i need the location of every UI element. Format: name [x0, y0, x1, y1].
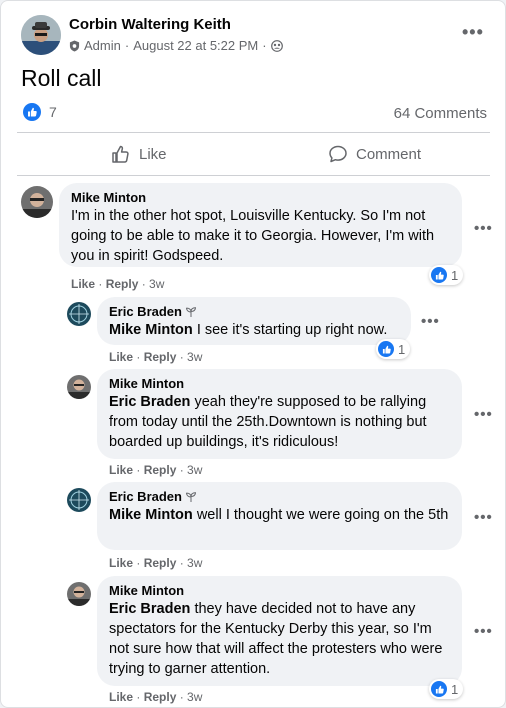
comment-more-options-icon[interactable]: ••• — [474, 623, 493, 640]
comment-bubble: Eric Braden Mike Minton I see it's start… — [97, 297, 411, 345]
comment-reply-link[interactable]: Reply — [106, 277, 139, 291]
comment-like-link[interactable]: Like — [109, 556, 133, 570]
comment-actions: Like · Reply · 3w — [109, 690, 203, 704]
commenter-avatar[interactable] — [67, 375, 91, 399]
commenter-name[interactable]: Mike Minton — [109, 376, 450, 391]
comment-text: I'm in the other hot spot, Louisville Ke… — [71, 208, 435, 264]
commenter-avatar[interactable] — [67, 302, 91, 326]
commenter-name[interactable]: Eric Braden — [109, 489, 182, 504]
comment-bubble: Eric Braden Mike Minton well I thought w… — [97, 482, 462, 550]
like-label: Like — [139, 145, 167, 163]
comment-like-link[interactable]: Like — [71, 277, 95, 291]
like-reaction-icon — [431, 267, 447, 283]
comment-more-options-icon[interactable]: ••• — [474, 509, 493, 526]
commenter-name[interactable]: Mike Minton — [109, 583, 450, 598]
comment-time[interactable]: 3w — [149, 277, 164, 291]
mentioned-user[interactable]: Eric Braden — [109, 394, 190, 410]
sprout-badge-icon — [185, 306, 197, 317]
commenter-avatar[interactable] — [67, 488, 91, 512]
comment-like-link[interactable]: Like — [109, 463, 133, 477]
admin-label: Admin — [84, 38, 121, 53]
comment-actions: Like · Reply · 3w — [109, 556, 203, 570]
comment-like-link[interactable]: Like — [109, 690, 133, 704]
comment-actions: Like · Reply · 3w — [71, 277, 165, 291]
comment-reactions[interactable]: 1 — [376, 339, 411, 359]
post-card: Corbin Waltering Keith Admin · August 22… — [0, 0, 506, 708]
post-author-name[interactable]: Corbin Waltering Keith — [69, 16, 231, 33]
comment-reply-link[interactable]: Reply — [144, 690, 177, 704]
reaction-count: 1 — [451, 681, 459, 697]
comment-bubble: Mike Minton Eric Braden yeah they're sup… — [97, 369, 462, 459]
like-reaction-icon — [23, 103, 41, 121]
comment-reply-link[interactable]: Reply — [144, 350, 177, 364]
shield-icon — [69, 40, 80, 51]
comment-reactions[interactable]: 1 — [429, 679, 464, 699]
meta-separator: · — [262, 38, 267, 53]
thumbs-up-icon — [112, 145, 129, 163]
mentioned-user[interactable]: Mike Minton — [109, 507, 193, 523]
meta-separator: · — [124, 38, 130, 53]
sprout-badge-icon — [185, 491, 197, 502]
divider — [17, 132, 490, 133]
comment-text: I see it's starting up right now. — [196, 322, 388, 338]
comment-reactions[interactable]: 1 — [429, 265, 464, 285]
commenter-name[interactable]: Mike Minton — [71, 190, 450, 205]
speech-bubble-icon — [329, 145, 347, 163]
post-meta: Admin · August 22 at 5:22 PM · — [69, 38, 283, 53]
comment-time[interactable]: 3w — [187, 463, 202, 477]
post-more-options-icon[interactable]: ••• — [462, 23, 484, 41]
comment-button[interactable]: Comment — [328, 144, 421, 164]
comment-more-options-icon[interactable]: ••• — [474, 220, 493, 237]
comment-bubble: Mike Minton I'm in the other hot spot, L… — [59, 183, 462, 267]
comments-count[interactable]: 64 Comments — [394, 105, 487, 122]
mentioned-user[interactable]: Eric Braden — [109, 601, 190, 617]
post-date[interactable]: August 22 at 5:22 PM — [133, 38, 258, 53]
comment-text: well I thought we were going on the 5th — [196, 507, 449, 523]
comment-more-options-icon[interactable]: ••• — [474, 406, 493, 423]
reaction-summary[interactable]: 7 — [23, 103, 57, 121]
like-button[interactable]: Like — [111, 144, 167, 164]
like-count: 7 — [49, 104, 57, 120]
commenter-avatar[interactable] — [67, 582, 91, 606]
comment-reply-link[interactable]: Reply — [144, 463, 177, 477]
comment-label: Comment — [356, 145, 422, 163]
like-reaction-icon — [378, 341, 394, 357]
reaction-count: 1 — [398, 341, 406, 357]
commenter-name[interactable]: Eric Braden — [109, 304, 182, 319]
commenter-avatar[interactable] — [21, 186, 53, 218]
author-avatar[interactable] — [21, 15, 61, 55]
comment-bubble: Mike Minton Eric Braden they have decide… — [97, 576, 462, 686]
post-text: Roll call — [21, 65, 102, 91]
reaction-count: 1 — [451, 267, 459, 283]
comment-like-link[interactable]: Like — [109, 350, 133, 364]
comment-time[interactable]: 3w — [187, 350, 202, 364]
comment-more-options-icon[interactable]: ••• — [421, 313, 440, 330]
divider — [17, 175, 490, 176]
comment-actions: Like · Reply · 3w — [109, 463, 203, 477]
comment-actions: Like · Reply · 3w — [109, 350, 203, 364]
comment-time[interactable]: 3w — [187, 690, 202, 704]
mentioned-user[interactable]: Mike Minton — [109, 322, 193, 338]
comment-reply-link[interactable]: Reply — [144, 556, 177, 570]
like-reaction-icon — [431, 681, 447, 697]
group-audience-icon — [270, 39, 283, 52]
comment-time[interactable]: 3w — [187, 556, 202, 570]
